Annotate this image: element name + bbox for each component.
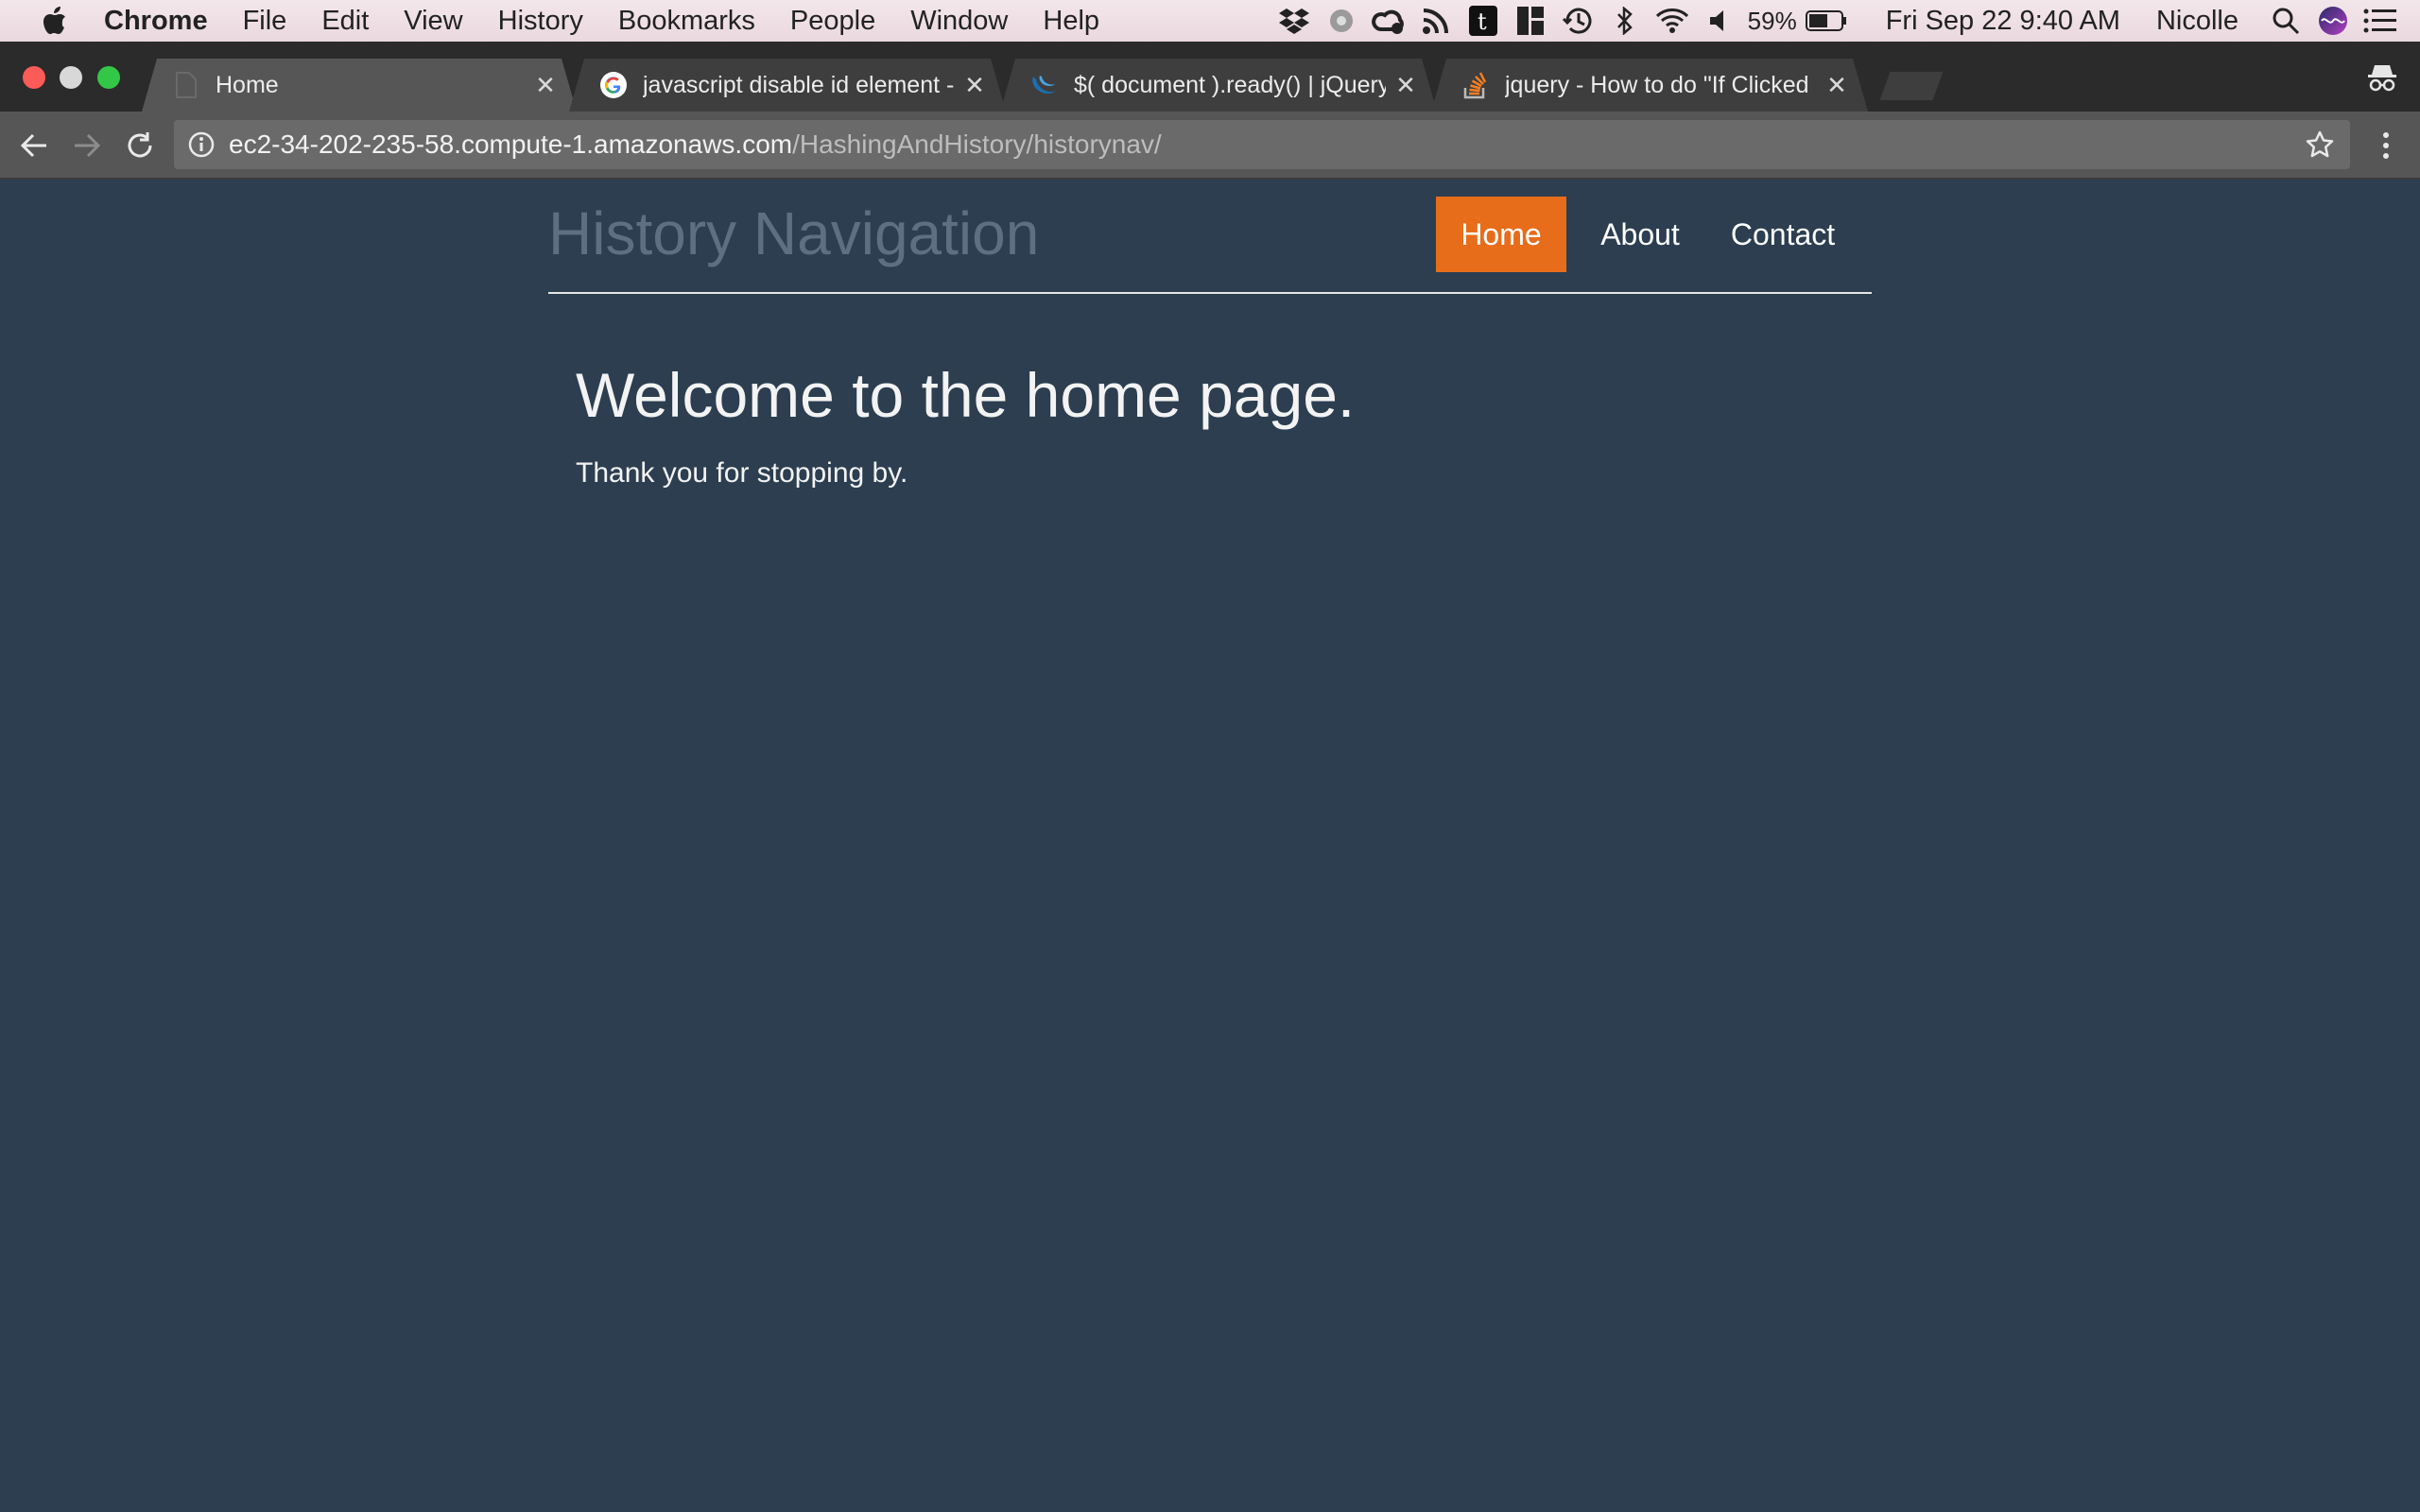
tab-jquery[interactable]: $( document ).ready() | jQuery ✕: [1000, 59, 1437, 112]
nav-contact-link[interactable]: Contact: [1708, 197, 1858, 272]
close-tab-icon[interactable]: ✕: [1823, 71, 1851, 99]
tab-home[interactable]: Home ✕: [142, 59, 577, 112]
rss-icon[interactable]: [1417, 0, 1455, 42]
app-icon[interactable]: [1322, 0, 1360, 42]
site-nav: Home About Contact: [1436, 197, 1872, 272]
menu-window[interactable]: Window: [910, 6, 1008, 37]
new-tab-button[interactable]: [1879, 72, 1944, 100]
menu-people[interactable]: People: [790, 6, 875, 37]
split-icon[interactable]: [1512, 0, 1549, 42]
jquery-icon: [1030, 71, 1059, 99]
browser-toolbar: ec2-34-202-235-58.compute-1.amazonaws.co…: [0, 112, 2420, 180]
site-title[interactable]: History Navigation: [548, 198, 1039, 268]
menu-bookmarks[interactable]: Bookmarks: [618, 6, 755, 37]
menu-bar: Chrome File Edit View History Bookmarks …: [0, 0, 2420, 42]
menu-view[interactable]: View: [404, 6, 462, 37]
volume-icon[interactable]: [1701, 0, 1738, 42]
notification-center-icon[interactable]: [2361, 0, 2399, 42]
creative-cloud-icon[interactable]: [1370, 0, 1408, 42]
menu-file[interactable]: File: [243, 6, 287, 37]
tab-stackoverflow[interactable]: jquery - How to do "If Clicked I ✕: [1431, 59, 1868, 112]
tab-strip: Home ✕ javascript disable id element - ✕…: [0, 42, 2420, 112]
page-icon: [172, 71, 200, 99]
dropbox-icon[interactable]: [1275, 0, 1313, 42]
menu-history[interactable]: History: [498, 6, 583, 37]
close-tab-icon[interactable]: ✕: [960, 71, 989, 99]
siri-icon[interactable]: [2314, 0, 2352, 42]
info-icon[interactable]: [187, 130, 216, 159]
close-tab-icon[interactable]: ✕: [1392, 71, 1420, 99]
user-menu[interactable]: Nicolle: [2156, 6, 2238, 37]
menu-help[interactable]: Help: [1043, 6, 1099, 37]
main-content: Welcome to the home page. Thank you for …: [576, 359, 1355, 490]
google-icon: [599, 71, 628, 99]
url-text[interactable]: ec2-34-202-235-58.compute-1.amazonaws.co…: [229, 129, 1162, 160]
t-icon[interactable]: t: [1464, 0, 1502, 42]
spotlight-icon[interactable]: [2267, 0, 2305, 42]
address-bar[interactable]: ec2-34-202-235-58.compute-1.amazonaws.co…: [174, 120, 2350, 169]
menu-edit[interactable]: Edit: [321, 6, 369, 37]
menu-app-chrome[interactable]: Chrome: [104, 6, 208, 37]
bookmark-star-icon[interactable]: [2303, 128, 2337, 162]
site-header: History Navigation Home About Contact: [548, 180, 1872, 294]
nav-about-link[interactable]: About: [1572, 197, 1708, 272]
time-machine-icon[interactable]: [1559, 0, 1597, 42]
zoom-window-button[interactable]: [97, 66, 120, 89]
incognito-icon[interactable]: [2363, 59, 2401, 96]
wifi-icon[interactable]: [1653, 0, 1691, 42]
url-path: /HashingAndHistory/historynav/: [792, 129, 1162, 159]
tab-title: jquery - How to do "If Clicked I: [1505, 71, 1817, 98]
tab-google[interactable]: javascript disable id element - ✕: [569, 59, 1006, 112]
tab-title: Home: [216, 71, 279, 98]
minimize-window-button[interactable]: [60, 66, 82, 89]
apple-icon[interactable]: [34, 0, 76, 42]
page-subtext: Thank you for stopping by.: [576, 457, 908, 489]
forward-button[interactable]: [66, 125, 108, 166]
battery-percent[interactable]: 59%: [1748, 7, 1797, 36]
close-window-button[interactable]: [23, 66, 45, 89]
battery-icon[interactable]: [1805, 0, 1848, 42]
page-heading: Welcome to the home page.: [576, 360, 1356, 430]
chrome-menu-icon[interactable]: [2369, 125, 2403, 166]
tab-title: javascript disable id element -: [643, 71, 955, 98]
url-host: ec2-34-202-235-58.compute-1.amazonaws.co…: [229, 129, 793, 159]
back-button[interactable]: [13, 125, 55, 166]
close-tab-icon[interactable]: ✕: [531, 71, 560, 99]
svg-text:t: t: [1478, 9, 1487, 35]
tab-title: $( document ).ready() | jQuery: [1074, 71, 1386, 98]
reload-button[interactable]: [119, 125, 161, 166]
stackoverflow-icon: [1461, 71, 1490, 99]
clock[interactable]: Fri Sep 22 9:40 AM: [1886, 6, 2120, 37]
bluetooth-icon[interactable]: [1606, 0, 1644, 42]
nav-home-link[interactable]: Home: [1436, 197, 1566, 272]
